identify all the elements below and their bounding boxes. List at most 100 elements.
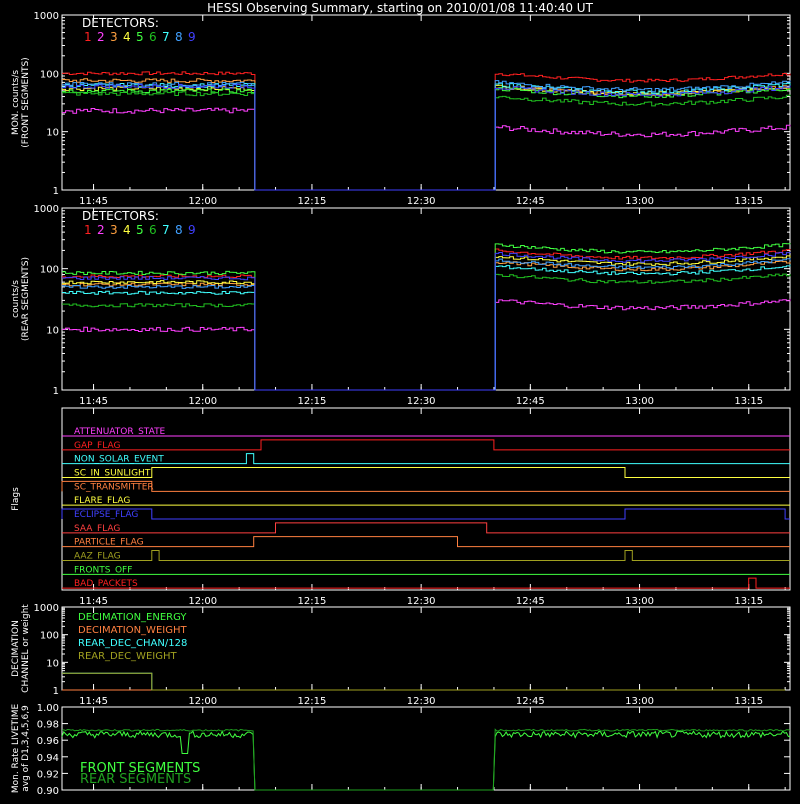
legend-item-7: 7 <box>162 30 170 44</box>
x-tick-label: 12:00 <box>188 696 217 707</box>
flag-line-particle_flag <box>62 536 790 548</box>
y-axis-label: MON. counts/s(FRONT SEGMENTS) <box>11 57 31 147</box>
legend-item-6: 6 <box>149 30 157 44</box>
legend-item-2: 2 <box>97 30 105 44</box>
x-tick-label: 12:00 <box>188 396 217 407</box>
panel-5: Mon. Rate LIVETIMEavg of D1,3,4,5,6,9 0.9… <box>11 703 791 797</box>
legend-item-6: 6 <box>149 223 157 237</box>
series-line-6 <box>62 91 791 191</box>
flag-label: AAZ_FLAG <box>74 552 121 562</box>
x-tick-label: 13:15 <box>734 396 763 407</box>
legend-title: DETECTORS: <box>82 209 159 223</box>
plot-frame <box>61 207 791 391</box>
legend-item: DECIMATION_WEIGHT <box>78 625 187 636</box>
legend-title: DETECTORS: <box>82 16 159 30</box>
legend-item-4: 4 <box>123 30 131 44</box>
panel-3: Flags 11:45 12:00 12:15 12:30 12:45 13:00 13:15… <box>11 407 791 607</box>
x-tick-label: 11:45 <box>79 196 108 207</box>
y-tick-label: 100 <box>40 631 59 642</box>
series-line-2 <box>62 298 791 391</box>
flag-label: SC_IN_SUNLIGHT <box>74 469 151 479</box>
flag-label: SAA_FLAG <box>74 524 120 534</box>
panel-4: DECIMATIONCHANNEL or weight 1 10 100 1000 11:… <box>11 603 791 707</box>
y-tick-label: 0.98 <box>37 720 59 731</box>
legend-item: REAR SEGMENTS <box>80 772 191 787</box>
flag-line-sc_transmitter <box>61 480 790 492</box>
x-tick-label: 12:15 <box>298 196 327 207</box>
x-tick-label: 13:00 <box>625 696 654 707</box>
series-line-6 <box>62 273 791 391</box>
series-line-2 <box>62 107 791 191</box>
y-axis-label-line: DECIMATION <box>11 620 21 677</box>
x-tick-label: 13:15 <box>734 596 763 607</box>
legend-item-8: 8 <box>175 223 183 237</box>
flag-label: ATTENUATOR_STATE <box>74 427 166 437</box>
x-tick-label: 12:45 <box>516 596 545 607</box>
y-tick-label: 1000 <box>34 11 59 22</box>
legend-item-3: 3 <box>110 30 118 44</box>
flag-label: FLARE_FLAG <box>74 496 130 506</box>
y-tick-label: 100 <box>40 69 59 80</box>
y-tick-label: 0.94 <box>37 753 59 764</box>
y-axis-label-line: counts/s <box>11 280 21 318</box>
flag-label: BAD_PACKETS <box>74 579 138 589</box>
x-tick-label: 12:30 <box>407 196 436 207</box>
legend-item-5: 5 <box>136 30 144 44</box>
legend-item-5: 5 <box>136 223 144 237</box>
hessi-summary-figure: HESSI Observing Summary, starting on 201… <box>0 0 800 804</box>
legend-item-7: 7 <box>162 223 170 237</box>
legend-item-3: 3 <box>110 223 118 237</box>
flag-label: GAP_FLAG <box>74 441 120 451</box>
y-axis-label-line: (FRONT SEGMENTS) <box>21 57 31 147</box>
legend-item-1: 1 <box>84 223 92 237</box>
figure-title: HESSI Observing Summary, starting on 201… <box>207 1 593 15</box>
x-tick-label: 13:00 <box>625 396 654 407</box>
series-line-4 <box>62 84 791 191</box>
flag-label: ECLIPSE_FLAG <box>74 510 138 520</box>
y-axis-label: DECIMATIONCHANNEL or weight <box>11 604 31 693</box>
legend-item-8: 8 <box>175 30 183 44</box>
flag-line-non_solar_event <box>62 453 790 465</box>
y-tick-label: 100 <box>40 265 59 276</box>
plot-frame <box>61 407 791 591</box>
x-tick-label: 12:15 <box>298 596 327 607</box>
y-axis-label: Flags <box>11 487 21 511</box>
flag-label: PARTICLE_FLAG <box>74 538 144 548</box>
x-tick-label: 12:30 <box>407 696 436 707</box>
y-axis-label-line: CHANNEL or weight <box>21 604 31 693</box>
y-tick-label: 1 <box>53 686 59 697</box>
decimation-line <box>62 672 786 691</box>
y-tick-label: 10 <box>46 658 59 669</box>
y-tick-label: 0.92 <box>37 769 59 780</box>
y-tick-label: 1000 <box>34 204 59 215</box>
flag-line-aaz_flag <box>62 550 790 561</box>
x-tick-label: 12:00 <box>188 596 217 607</box>
panels: MON. counts/s(FRONT SEGMENTS) 1 10 100 1000 1… <box>11 11 791 797</box>
flag-line-bad_packets <box>62 577 790 589</box>
x-tick-label: 11:45 <box>79 696 108 707</box>
y-axis-label-line: MON. counts/s <box>11 70 21 135</box>
x-tick-label: 13:15 <box>734 196 763 207</box>
figure-canvas: HESSI Observing Summary, starting on 201… <box>11 1 791 797</box>
legend-item: DECIMATION_ENERGY <box>78 612 187 623</box>
x-tick-label: 12:45 <box>516 696 545 707</box>
x-tick-label: 13:15 <box>734 696 763 707</box>
x-tick-label: 12:00 <box>188 196 217 207</box>
x-tick-label: 12:45 <box>516 396 545 407</box>
legend-item: REAR_DEC_WEIGHT <box>78 651 177 662</box>
y-axis-label-line: (REAR SEGMENTS) <box>21 257 31 341</box>
flag-line-eclipse_flag <box>61 508 790 520</box>
x-tick-label: 12:15 <box>298 696 327 707</box>
legend-item-2: 2 <box>97 223 105 237</box>
y-axis-label: counts/s(REAR SEGMENTS) <box>11 257 31 341</box>
x-tick-label: 11:45 <box>79 596 108 607</box>
y-tick-label: 1000 <box>34 603 59 614</box>
y-axis-label-line: Flags <box>11 487 21 511</box>
y-tick-label: 1 <box>53 386 59 397</box>
y-tick-label: 0.90 <box>37 786 59 797</box>
x-tick-label: 12:30 <box>407 596 436 607</box>
plot-frame <box>61 14 791 191</box>
series-line-9 <box>62 252 791 391</box>
flag-line-gap_flag <box>62 439 790 451</box>
y-axis-label-line: Mon. Rate LIVETIME <box>11 704 21 794</box>
